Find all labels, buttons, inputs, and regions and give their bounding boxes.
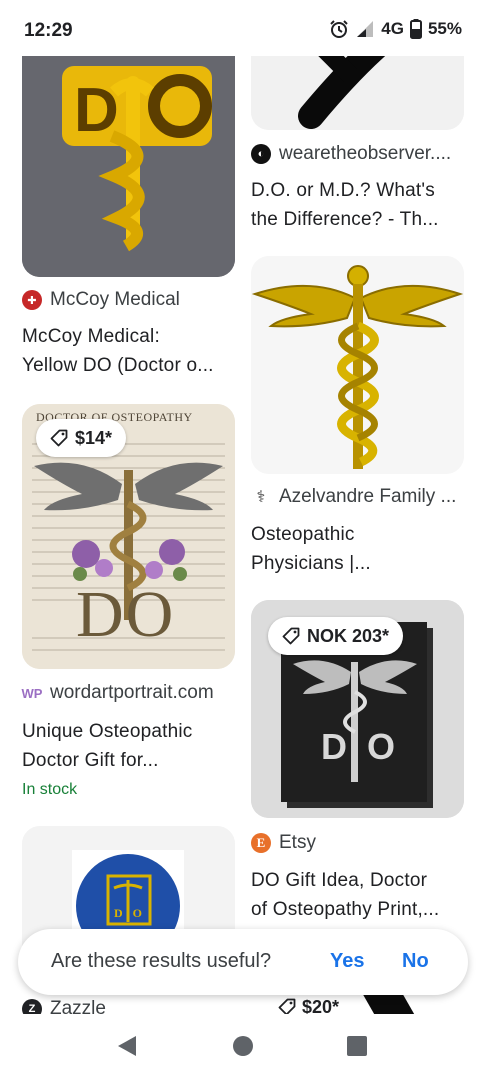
alarm-icon bbox=[330, 20, 348, 38]
result-image-observer[interactable] bbox=[251, 56, 464, 130]
status-indicators: 4G 55% bbox=[329, 19, 462, 39]
result-source-zazzle[interactable]: Z Zazzle bbox=[22, 998, 106, 1014]
result-source-etsy[interactable]: E Etsy bbox=[251, 832, 316, 854]
feedback-prompt: Are these results useful? Yes No bbox=[18, 929, 468, 995]
network-type: 4G bbox=[381, 19, 404, 38]
price-badge-partial[interactable]: $20* bbox=[266, 994, 352, 1014]
result-title-mccoy[interactable]: McCoy Medical: Yellow DO (Doctor o... bbox=[22, 322, 237, 380]
result-title-observer[interactable]: D.O. or M.D.? What's the Difference? - T… bbox=[251, 176, 471, 234]
result-source-wordart[interactable]: WP wordartportrait.com bbox=[22, 682, 214, 704]
result-image-azelvandre[interactable] bbox=[251, 256, 464, 474]
battery-icon bbox=[409, 19, 422, 39]
result-image-mccoy[interactable]: D bbox=[22, 56, 235, 277]
navigation-bar bbox=[0, 1014, 486, 1080]
result-title-wordart[interactable]: Unique Osteopathic Doctor Gift for... bbox=[22, 717, 237, 775]
price-badge-wordart[interactable]: $14* bbox=[36, 419, 127, 457]
back-triangle-icon[interactable] bbox=[116, 1034, 138, 1058]
price-tag-icon bbox=[278, 998, 296, 1014]
mccoy-logo-icon: ✚ bbox=[22, 290, 42, 310]
price-badge-etsy[interactable]: NOK 203* bbox=[268, 617, 404, 655]
observer-logo-icon: ◐ bbox=[251, 144, 271, 164]
result-title-etsy[interactable]: DO Gift Idea, Doctor of Osteopathy Print… bbox=[251, 866, 476, 924]
zazzle-logo-icon: Z bbox=[22, 999, 42, 1014]
home-circle-icon[interactable] bbox=[232, 1034, 254, 1058]
result-source-observer[interactable]: ◐ wearetheobserver.... bbox=[251, 143, 451, 165]
etsy-print-letters: DO bbox=[321, 726, 415, 767]
feedback-yes-button[interactable]: Yes bbox=[330, 950, 364, 973]
zazzle-badge-letters: DO bbox=[114, 906, 152, 920]
result-source-azelvandre[interactable]: ⚕ Azelvandre Family ... bbox=[251, 486, 456, 508]
status-bar: 12:29 4G 55% bbox=[0, 0, 486, 56]
stock-status: In stock bbox=[22, 781, 78, 798]
caduceus-logo-icon: ⚕ bbox=[251, 487, 271, 507]
feedback-no-button[interactable]: No bbox=[402, 950, 429, 973]
recents-square-icon[interactable] bbox=[346, 1034, 368, 1058]
result-source-mccoy[interactable]: ✚ McCoy Medical bbox=[22, 289, 180, 311]
status-time: 12:29 bbox=[24, 20, 73, 41]
print-letters: DO bbox=[76, 578, 176, 651]
wordartportrait-logo-icon: WP bbox=[22, 683, 42, 703]
result-title-azelvandre[interactable]: Osteopathic Physicians |... bbox=[251, 520, 471, 578]
results-feed[interactable]: D ✚ McCoy Medical McCoy Medical: Yellow … bbox=[0, 56, 486, 1014]
feedback-question: Are these results useful? bbox=[51, 950, 272, 972]
battery-percent: 55% bbox=[427, 19, 462, 38]
etsy-logo-icon: E bbox=[251, 833, 271, 853]
price-tag-icon bbox=[50, 429, 68, 447]
price-tag-icon bbox=[282, 627, 300, 645]
signal-icon bbox=[357, 21, 374, 37]
